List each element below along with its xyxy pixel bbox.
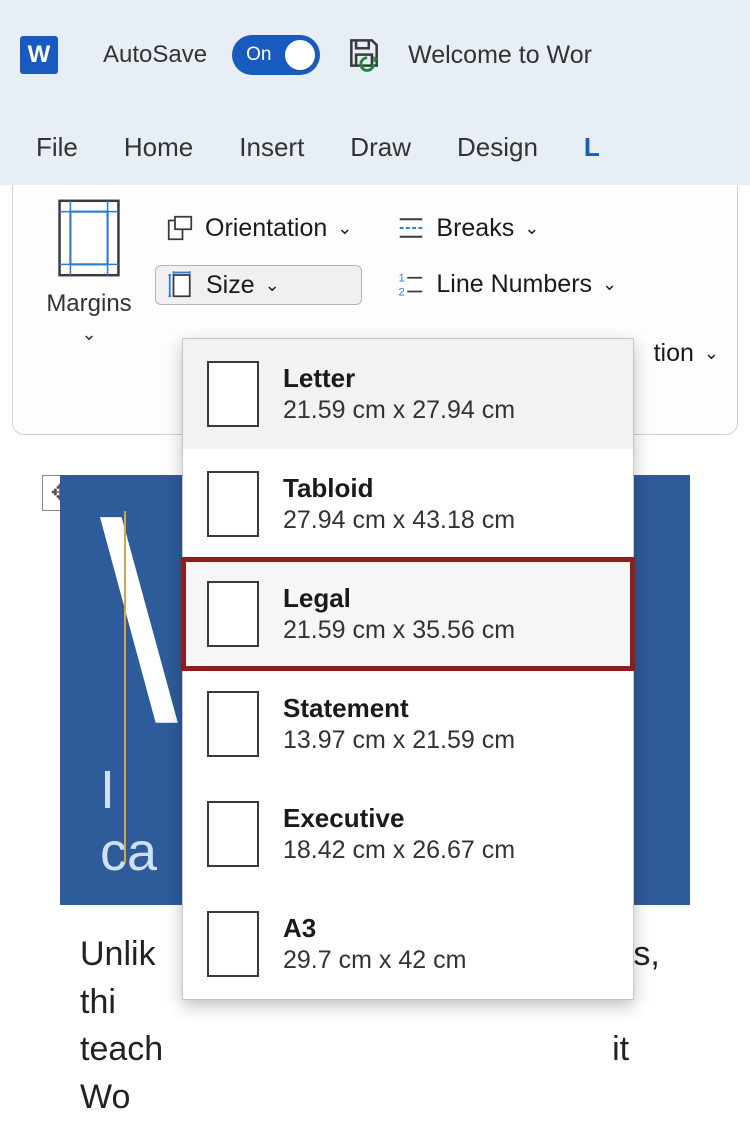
title-bar: W AutoSave On Welcome to Wor xyxy=(0,0,750,110)
tab-draw[interactable]: Draw xyxy=(350,132,411,163)
tab-insert[interactable]: Insert xyxy=(239,132,304,163)
svg-text:1: 1 xyxy=(399,273,405,285)
size-icon xyxy=(166,270,196,300)
size-option-name: Legal xyxy=(283,583,515,614)
orientation-button[interactable]: Orientation ⌄ xyxy=(155,209,362,247)
page-icon xyxy=(207,691,259,757)
autosave-label: AutoSave xyxy=(103,41,207,69)
margin-guide xyxy=(124,511,126,863)
save-icon[interactable] xyxy=(345,34,383,77)
tab-design[interactable]: Design xyxy=(457,132,538,163)
chevron-down-icon: ⌄ xyxy=(81,324,96,345)
size-option-tabloid[interactable]: Tabloid27.94 cm x 43.18 cm xyxy=(183,449,633,559)
line-numbers-icon: 12 xyxy=(396,269,426,299)
chevron-down-icon: ⌄ xyxy=(337,218,352,239)
chevron-down-icon: ⌄ xyxy=(265,275,280,296)
orientation-icon xyxy=(165,213,195,243)
page-icon xyxy=(207,801,259,867)
size-option-dimensions: 18.42 cm x 26.67 cm xyxy=(283,836,515,865)
size-option-name: A3 xyxy=(283,913,466,944)
chevron-down-icon: ⌄ xyxy=(704,343,719,364)
size-dropdown: Letter21.59 cm x 27.94 cmTabloid27.94 cm… xyxy=(182,338,634,1000)
size-button[interactable]: Size ⌄ xyxy=(155,265,362,305)
line-numbers-label: Line Numbers xyxy=(436,270,592,299)
size-option-legal[interactable]: Legal21.59 cm x 35.56 cm xyxy=(183,559,633,669)
size-option-executive[interactable]: Executive18.42 cm x 26.67 cm xyxy=(183,779,633,889)
line-numbers-button[interactable]: 12 Line Numbers ⌄ xyxy=(386,265,627,303)
chevron-down-icon: ⌄ xyxy=(602,274,617,295)
size-option-dimensions: 27.94 cm x 43.18 cm xyxy=(283,506,515,535)
autosave-toggle[interactable]: On xyxy=(232,35,320,75)
size-option-a3[interactable]: A329.7 cm x 42 cm xyxy=(183,889,633,999)
size-option-name: Tabloid xyxy=(283,473,515,504)
orientation-label: Orientation xyxy=(205,214,327,243)
size-option-statement[interactable]: Statement13.97 cm x 21.59 cm xyxy=(183,669,633,779)
breaks-icon xyxy=(396,213,426,243)
margins-icon xyxy=(58,199,120,284)
size-option-letter[interactable]: Letter21.59 cm x 27.94 cm xyxy=(183,339,633,449)
margins-button[interactable]: Margins ⌄ xyxy=(29,199,149,420)
tab-layout[interactable]: L xyxy=(584,132,600,163)
ribbon-tabs: File Home Insert Draw Design L xyxy=(0,110,750,185)
hyphenation-label-partial: tion xyxy=(654,339,694,368)
breaks-button[interactable]: Breaks ⌄ xyxy=(386,209,627,247)
document-title[interactable]: Welcome to Wor xyxy=(408,41,592,70)
size-option-name: Executive xyxy=(283,803,515,834)
margins-label: Margins xyxy=(46,290,131,318)
size-option-dimensions: 13.97 cm x 21.59 cm xyxy=(283,726,515,755)
tab-home[interactable]: Home xyxy=(124,132,193,163)
size-option-dimensions: 29.7 cm x 42 cm xyxy=(283,946,466,975)
big-text-left: \ xyxy=(100,475,186,780)
page-icon xyxy=(207,581,259,647)
toggle-knob xyxy=(285,40,315,70)
size-option-dimensions: 21.59 cm x 35.56 cm xyxy=(283,616,515,645)
page-icon xyxy=(207,471,259,537)
page-icon xyxy=(207,911,259,977)
size-option-dimensions: 21.59 cm x 27.94 cm xyxy=(283,396,515,425)
hyphenation-button[interactable]: tion ⌄ xyxy=(644,335,729,372)
sub-text-left: I xyxy=(100,760,115,820)
breaks-label: Breaks xyxy=(436,214,514,243)
svg-text:2: 2 xyxy=(399,286,405,298)
tab-file[interactable]: File xyxy=(36,132,78,163)
page-icon xyxy=(207,361,259,427)
size-label: Size xyxy=(206,271,255,300)
size-option-name: Letter xyxy=(283,363,515,394)
size-option-name: Statement xyxy=(283,693,515,724)
word-app-icon: W xyxy=(20,36,58,74)
autosave-state: On xyxy=(246,44,271,66)
chevron-down-icon: ⌄ xyxy=(524,218,539,239)
